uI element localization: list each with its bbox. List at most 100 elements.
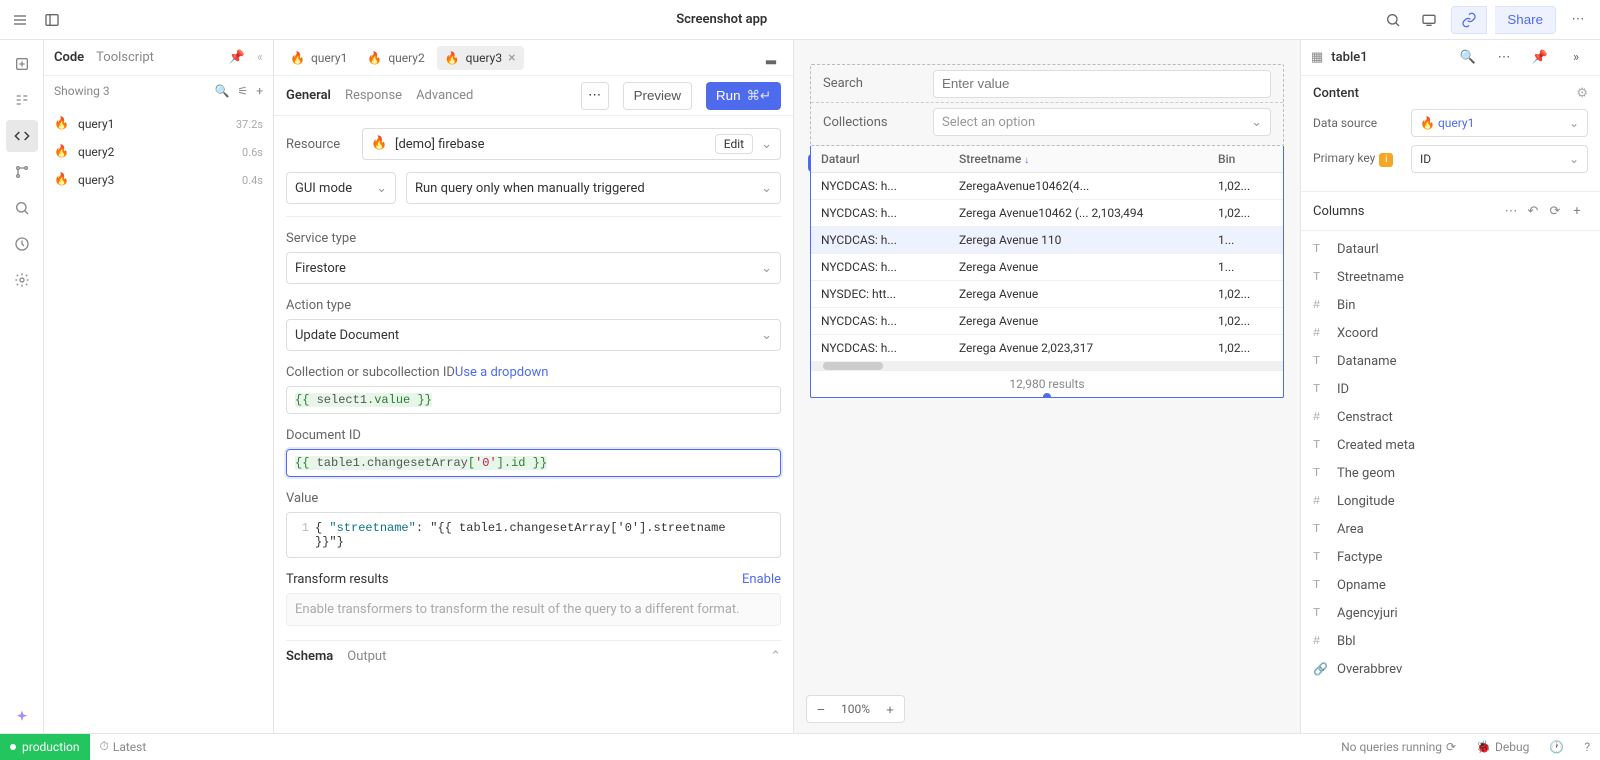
- column-item[interactable]: TCreated meta: [1301, 431, 1600, 459]
- link-icon[interactable]: [1451, 6, 1487, 34]
- editor-more-icon[interactable]: ⋯: [581, 82, 609, 110]
- tab-schema[interactable]: Schema: [286, 649, 333, 664]
- expand-icon[interactable]: ⌃: [770, 649, 781, 664]
- rail-search-icon[interactable]: [6, 192, 38, 224]
- table-row[interactable]: NYCDCAS: h...Zerega Avenue1,02...: [811, 308, 1283, 335]
- run-mode-select[interactable]: Run query only when manually triggered⌄: [406, 172, 781, 204]
- column-item[interactable]: TAgencyjuri: [1301, 599, 1600, 627]
- column-item[interactable]: TThe geom: [1301, 459, 1600, 487]
- tab-toolscript[interactable]: Toolscript: [96, 50, 154, 65]
- inspector-pin-icon[interactable]: 📌: [1526, 44, 1554, 72]
- inspector-more-icon[interactable]: ⋯: [1490, 44, 1518, 72]
- latest-button[interactable]: ⏱ Latest: [90, 739, 157, 754]
- rail-code-icon[interactable]: [6, 120, 38, 152]
- columns-restore-icon[interactable]: ↶: [1522, 200, 1544, 222]
- column-item[interactable]: TDataurl: [1301, 235, 1600, 263]
- inspector-search-icon[interactable]: 🔍: [1454, 44, 1482, 72]
- env-pill[interactable]: production: [0, 734, 90, 760]
- table-row[interactable]: NYCDCAS: h...Zerega Avenue 2,023,3171,02…: [811, 335, 1283, 362]
- col-header-dataurl[interactable]: Dataurl: [811, 146, 949, 173]
- editor-tab[interactable]: 🔥query3×: [437, 46, 524, 70]
- document-id-input[interactable]: {{ table1.changesetArray['0'].id }}: [286, 449, 781, 477]
- table-row[interactable]: NYCDCAS: h...Zerega Avenue1...: [811, 254, 1283, 281]
- collapse-icon[interactable]: «: [257, 50, 263, 65]
- editor-tab[interactable]: 🔥query1: [282, 47, 355, 69]
- search-input[interactable]: [933, 70, 1271, 98]
- code-add-icon[interactable]: +: [256, 84, 263, 98]
- subtab-response[interactable]: Response: [345, 88, 402, 103]
- value-input[interactable]: 1 { "streetname": "{{ table1.changesetAr…: [286, 512, 781, 558]
- panel-toggle-icon[interactable]: [40, 8, 64, 32]
- column-item[interactable]: TFactype: [1301, 543, 1600, 571]
- action-type-select[interactable]: Update Document⌄: [286, 319, 781, 351]
- rail-sparkle-icon[interactable]: [6, 701, 38, 733]
- editor-tab[interactable]: 🔥query2: [359, 47, 432, 69]
- rail-add-icon[interactable]: [6, 48, 38, 80]
- table1-component[interactable]: Dataurl Streetname ↓ Bin NYCDCAS: h...Ze…: [810, 146, 1284, 398]
- tab-code[interactable]: Code: [54, 50, 84, 65]
- subtab-general[interactable]: General: [286, 88, 331, 103]
- code-filter-icon[interactable]: ⚟: [237, 84, 248, 98]
- inspector-collapse-icon[interactable]: »: [1562, 44, 1590, 72]
- column-item[interactable]: 🔗Overabbrev: [1301, 655, 1600, 683]
- resize-handle[interactable]: [1043, 393, 1051, 398]
- data-source-select[interactable]: 🔥 query1⌄: [1411, 109, 1588, 137]
- table-row[interactable]: NYSDEC: htt...Zerega Avenue1,02...: [811, 281, 1283, 308]
- code-search-icon[interactable]: 🔍: [214, 84, 229, 98]
- rail-branch-icon[interactable]: [6, 156, 38, 188]
- column-item[interactable]: TOpname: [1301, 571, 1600, 599]
- column-item[interactable]: #Bbl: [1301, 627, 1600, 655]
- primary-key-select[interactable]: ID⌄: [1411, 145, 1588, 173]
- share-button[interactable]: Share: [1495, 6, 1556, 34]
- help-icon[interactable]: ?: [1574, 740, 1600, 754]
- subtab-advanced[interactable]: Advanced: [416, 88, 473, 103]
- search-icon[interactable]: [1379, 6, 1407, 34]
- use-dropdown-link[interactable]: Use a dropdown: [455, 365, 549, 380]
- service-type-select[interactable]: Firestore⌄: [286, 252, 781, 284]
- preview-icon[interactable]: [1415, 6, 1443, 34]
- zoom-in-button[interactable]: +: [876, 695, 904, 723]
- table-row[interactable]: NYCDCAS: h...Zerega Avenue10462 (... 2,1…: [811, 200, 1283, 227]
- zoom-out-button[interactable]: −: [807, 695, 835, 723]
- run-button[interactable]: Run⌘↵: [706, 82, 781, 110]
- more-icon[interactable]: ⋯: [1564, 6, 1592, 34]
- query-item[interactable]: 🔥query30.4s: [44, 166, 273, 194]
- table-row[interactable]: NYCDCAS: h...Zerega Avenue 1101...: [811, 227, 1283, 254]
- preview-button[interactable]: Preview: [623, 82, 692, 110]
- tab-output[interactable]: Output: [347, 649, 386, 664]
- rail-settings-icon[interactable]: [6, 264, 38, 296]
- col-header-bin[interactable]: Bin: [1208, 146, 1283, 173]
- horizontal-scrollbar[interactable]: [811, 362, 1283, 370]
- column-item[interactable]: TDataname: [1301, 347, 1600, 375]
- minimize-icon[interactable]: ▂: [757, 44, 785, 72]
- gui-mode-select[interactable]: GUI mode⌄: [286, 172, 396, 204]
- inspector-title[interactable]: table1: [1331, 50, 1446, 65]
- rail-history-icon[interactable]: [6, 228, 38, 260]
- debug-button[interactable]: 🐞 Debug: [1466, 740, 1539, 754]
- columns-add-icon[interactable]: +: [1566, 200, 1588, 222]
- enable-link[interactable]: Enable: [742, 572, 781, 587]
- query-item[interactable]: 🔥query137.2s: [44, 110, 273, 138]
- menu-icon[interactable]: [8, 8, 32, 32]
- canvas[interactable]: Search Collections Select an option⌄ ⠿ta…: [794, 40, 1300, 733]
- columns-more-icon[interactable]: ⋯: [1500, 200, 1522, 222]
- column-item[interactable]: TID: [1301, 375, 1600, 403]
- column-item[interactable]: #Longitude: [1301, 487, 1600, 515]
- resource-edit-button[interactable]: Edit: [715, 134, 753, 154]
- close-icon[interactable]: ×: [508, 50, 515, 66]
- column-item[interactable]: #Censtract: [1301, 403, 1600, 431]
- resource-select[interactable]: 🔥 [demo] firebase Edit ⌄: [362, 128, 781, 160]
- table-row[interactable]: NYCDCAS: h...ZeregaAvenue10462(4...1,02.…: [811, 173, 1283, 200]
- query-item[interactable]: 🔥query20.6s: [44, 138, 273, 166]
- collection-id-input[interactable]: {{ select1.value }}: [286, 386, 781, 414]
- column-item[interactable]: TArea: [1301, 515, 1600, 543]
- column-item[interactable]: TStreetname: [1301, 263, 1600, 291]
- collections-select[interactable]: Select an option⌄: [933, 108, 1271, 136]
- column-item[interactable]: #Xcoord: [1301, 319, 1600, 347]
- columns-refresh-icon[interactable]: ⟳: [1544, 200, 1566, 222]
- pin-icon[interactable]: 📌: [229, 50, 245, 65]
- col-header-streetname[interactable]: Streetname ↓: [949, 146, 1208, 173]
- history-icon[interactable]: 🕐: [1539, 740, 1574, 754]
- column-item[interactable]: #Bin: [1301, 291, 1600, 319]
- filter-icon[interactable]: ⚙: [1576, 86, 1588, 101]
